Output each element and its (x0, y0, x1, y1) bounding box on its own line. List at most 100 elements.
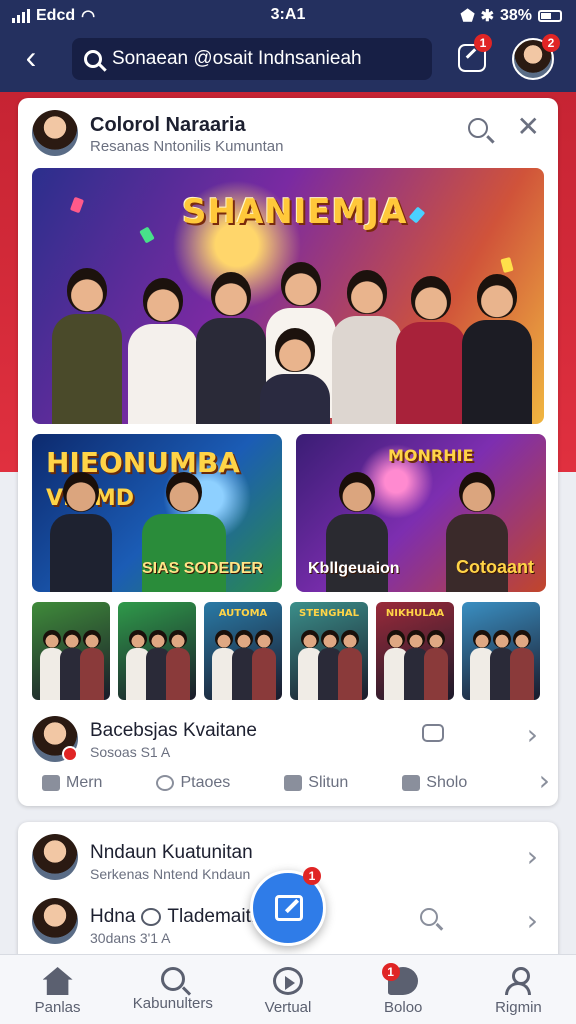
like-icon (42, 775, 60, 791)
close-icon[interactable]: ✕ (517, 112, 540, 142)
small-thumbnail-label: STENGHAL (299, 608, 359, 619)
chevron-right-icon[interactable]: › (539, 766, 550, 796)
list-item-subtitle: 30dans 3'1 A (90, 930, 171, 946)
nav-item-video[interactable]: Vertual (230, 955, 345, 1024)
search-icon (84, 50, 102, 68)
nav-badge: 1 (381, 963, 400, 981)
nav-item-profile[interactable]: Rigmin (461, 955, 576, 1024)
comment-icon (402, 775, 421, 791)
nav-label: Rigmin (495, 999, 542, 1016)
battery-icon (538, 10, 562, 22)
bottom-navigation: Panlas Kabunulters Vertual Boloo 1 Rigmin (0, 954, 576, 1024)
thumbnail-caption: SIAS SODEDER (142, 560, 263, 577)
person-figure (424, 630, 448, 700)
nav-label: Boloo (384, 999, 423, 1016)
hero-title: SHANIEMJA (182, 192, 408, 232)
person-figure (80, 630, 104, 700)
compose-button[interactable]: 1 (458, 34, 492, 72)
hero-people (32, 234, 544, 424)
compose-badge: 1 (474, 34, 492, 52)
nav-label: Vertual (264, 999, 312, 1016)
chevron-right-icon[interactable]: › (527, 906, 538, 936)
small-thumbnail[interactable] (462, 602, 540, 700)
profile-avatar[interactable]: 2 (512, 34, 560, 80)
action-share[interactable]: Slitun (284, 774, 348, 792)
nav-label: Panlas (34, 999, 81, 1016)
search-input[interactable] (112, 48, 412, 70)
list-item-subtitle: Serkenas Nntend Kndaun (90, 866, 251, 882)
action-bar: Mern Ptaoes Slitun Sholo › (42, 766, 550, 798)
search-icon (160, 967, 185, 991)
person-figure (396, 276, 466, 424)
search-icon[interactable] (420, 908, 438, 926)
action-label: Slitun (308, 774, 349, 791)
edit-icon (275, 895, 303, 921)
shield-icon: ⬟ (460, 8, 475, 25)
share-icon (284, 775, 303, 791)
hero-image[interactable]: SHANIEMJA (32, 168, 544, 424)
list-item-name: Nndaun Kuatunitan (90, 842, 253, 863)
back-button[interactable]: ‹ (16, 40, 46, 76)
person-figure (196, 272, 266, 424)
small-thumbnail[interactable]: STENGHAL (290, 602, 368, 700)
small-thumbnail[interactable] (118, 602, 196, 700)
fab-badge: 1 (303, 867, 321, 885)
top-bar: Edcd ◠ 3:A1 ⬟ ✱ 38% ‹ 1 2 (0, 0, 576, 92)
person-figure (52, 268, 122, 424)
confetti (408, 206, 426, 224)
thumbnail-title: MONRHIE (388, 446, 474, 465)
comment-row[interactable]: Bacebsjas Kvaitane Sosoas S1 A › (32, 714, 544, 764)
battery-percent: 38% (499, 7, 532, 24)
person-figure (338, 630, 362, 700)
user-avatar[interactable] (32, 834, 78, 880)
search-bar[interactable] (72, 38, 432, 80)
profile-icon (505, 967, 532, 995)
search-icon[interactable] (468, 118, 488, 138)
speech-bubble-icon (141, 907, 162, 926)
chevron-left-icon: ‹ (25, 39, 37, 75)
live-badge-icon (62, 746, 78, 762)
small-thumbnail[interactable] (32, 602, 110, 700)
confetti (69, 196, 85, 214)
post-header: Colorol Naraaria Resanas Nntonilis Kumun… (32, 110, 544, 160)
profile-badge: 2 (542, 34, 560, 52)
action-label: Sholo (426, 774, 468, 791)
nav-item-chat[interactable]: Boloo 1 (346, 955, 461, 1024)
create-post-button[interactable]: 1 (250, 867, 326, 946)
nav-item-home[interactable]: Panlas (0, 955, 115, 1024)
nav-item-search[interactable]: Kabunulters (115, 955, 230, 1024)
post-card: Colorol Naraaria Resanas Nntonilis Kumun… (18, 98, 558, 806)
bluetooth-icon: ✱ (480, 8, 494, 25)
small-thumbnail-label: AUTOMA (218, 608, 268, 619)
action-refresh[interactable]: Ptaoes (156, 774, 230, 792)
commenter-name: Bacebsjas Kvaitane (90, 720, 257, 741)
author-name[interactable]: Colorol Naraaria (90, 114, 246, 137)
chevron-right-icon[interactable]: › (527, 720, 538, 750)
video-thumbnail[interactable]: HIEONUMBA VE IMD SIAS SODEDER (32, 434, 282, 592)
person-figure (252, 630, 276, 700)
action-label: Ptaoes (180, 774, 231, 791)
home-icon (42, 967, 73, 995)
thumbnail-caption-right: Cotoaant (456, 557, 534, 577)
person-figure (50, 472, 112, 592)
small-thumbnail[interactable]: NIKHULAA (376, 602, 454, 700)
small-thumbnail[interactable]: AUTOMA (204, 602, 282, 700)
video-icon (273, 967, 303, 995)
small-thumbnail-label: NIKHULAA (385, 608, 445, 619)
action-comment[interactable]: Sholo (402, 774, 467, 792)
person-figure (332, 270, 402, 424)
action-like[interactable]: Mern (42, 774, 102, 792)
message-icon[interactable] (422, 724, 444, 742)
video-thumbnail[interactable]: MONRHIE Kbllgeuaion Cotoaant (296, 434, 546, 592)
thumbnail-caption: Kbllgeuaion (308, 560, 400, 577)
person-figure (166, 630, 190, 700)
person-figure (462, 274, 532, 424)
person-figure (510, 630, 534, 700)
author-avatar[interactable] (32, 110, 78, 156)
thumbnail-strip: AUTOMA STENGHAL NIKHULAA (32, 602, 544, 700)
refresh-icon (156, 775, 175, 791)
status-bar: Edcd ◠ 3:A1 ⬟ ✱ 38% (0, 4, 576, 28)
user-avatar[interactable] (32, 898, 78, 944)
chevron-right-icon[interactable]: › (527, 842, 538, 872)
list-item-name: Hdna Tlademaitn (90, 906, 262, 927)
